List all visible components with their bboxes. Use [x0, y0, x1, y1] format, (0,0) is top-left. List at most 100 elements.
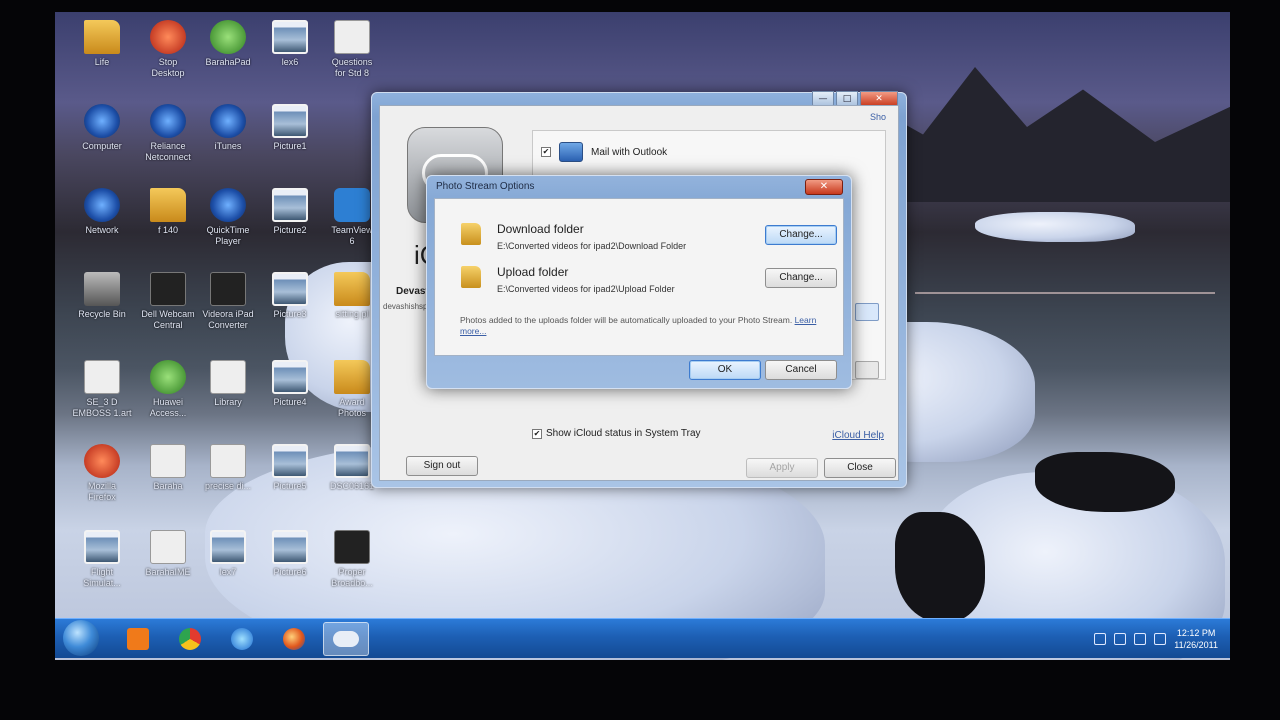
clock[interactable]: 12:12 PM 11/26/2011	[1174, 627, 1218, 651]
clock-time: 12:12 PM	[1176, 628, 1216, 638]
desktop-icon-label: Picture4	[273, 397, 307, 407]
folder-icon	[334, 360, 370, 394]
desktop-icon-label: Picture5	[273, 481, 307, 491]
grey-icon	[84, 272, 120, 306]
desktop-icon-picture3[interactable]: Picture3	[255, 272, 325, 320]
tray-checkbox[interactable]: ✔	[532, 428, 542, 439]
folder-icon	[334, 272, 370, 306]
upload-note: Photos added to the uploads folder will …	[460, 315, 830, 337]
volume-icon[interactable]	[1154, 633, 1167, 645]
desktop-icon-itunes[interactable]: iTunes	[193, 104, 263, 152]
mail-icon	[559, 142, 583, 162]
icloud-icon	[333, 631, 359, 647]
pic-icon	[334, 444, 370, 478]
start-button[interactable]	[63, 620, 99, 656]
desktop-icon-label: Picture6	[273, 567, 307, 577]
ok-button[interactable]: OK	[689, 360, 761, 380]
doc-icon	[210, 360, 246, 394]
close-button[interactable]: Close	[824, 458, 896, 478]
desktop-icon-label: Picture3	[273, 309, 307, 319]
upload-folder-icon	[461, 266, 481, 288]
desktop-icon-label: Recycle Bin	[78, 309, 126, 319]
desktop-icon-life[interactable]: Life	[67, 20, 137, 68]
taskbar: 12:12 PM 11/26/2011	[55, 618, 1230, 658]
doc-icon	[150, 530, 186, 564]
desktop-icon-label: iTunes	[214, 141, 242, 151]
desktop-icon-lex6[interactable]: lex6	[255, 20, 325, 68]
desktop-icon-recycle-bin[interactable]: Recycle Bin	[67, 272, 137, 320]
dialog-close-button[interactable]: ✕	[805, 179, 843, 195]
pic-icon	[272, 530, 308, 564]
desktop-icon-picture6[interactable]: Picture6	[255, 530, 325, 578]
flag-icon[interactable]	[1134, 633, 1147, 645]
desktop-icon-computer[interactable]: Computer	[67, 104, 137, 152]
mail-checkbox[interactable]: ✔	[541, 147, 551, 157]
dark-icon	[210, 272, 246, 306]
desktop-icon-questions-for-std-8[interactable]: Questions for Std 8	[317, 20, 387, 79]
photo-stream-options-dialog: Photo Stream Options ✕ Download folder E…	[426, 175, 852, 389]
account-name: Devast	[396, 286, 429, 297]
desktop-icon-videora-ipad-converter[interactable]: Videora iPad Converter	[193, 272, 263, 331]
wallpaper-shoreline	[915, 292, 1215, 294]
desktop-icon-label: Computer	[82, 141, 122, 151]
dialog-body: Download folder E:\Converted videos for …	[434, 198, 844, 356]
pic-icon	[272, 272, 308, 306]
internet-explorer-taskbar-button[interactable]	[219, 622, 265, 656]
pic-icon	[84, 530, 120, 564]
desktop-icon-library[interactable]: Library	[193, 360, 263, 408]
account-details-link[interactable]: Sho	[870, 112, 886, 122]
service-label-mail: Mail with Outlook	[591, 146, 668, 158]
internet-explorer-icon	[231, 628, 253, 650]
desktop-icon-flight-simulat[interactable]: Flight Simulat...	[67, 530, 137, 589]
desktop-icon-barahapad[interactable]: BarahaPad	[193, 20, 263, 68]
desktop-icon-picture1[interactable]: Picture1	[255, 104, 325, 152]
cancel-button[interactable]: Cancel	[765, 360, 837, 380]
desktop-icon-network[interactable]: Network	[67, 188, 137, 236]
desktop-icon-label: Network	[85, 225, 119, 235]
desktop-icon-label: QuickTime Player	[206, 225, 250, 246]
network-icon[interactable]	[1114, 633, 1127, 645]
desktop-icon-picture4[interactable]: Picture4	[255, 360, 325, 408]
wallpaper-rock	[895, 512, 985, 622]
change-upload-button[interactable]: Change...	[765, 268, 837, 288]
desktop-icon-label: lex6	[281, 57, 299, 67]
photo-stream-options-button[interactable]	[855, 303, 879, 321]
doc-icon	[210, 444, 246, 478]
apply-button[interactable]: Apply	[746, 458, 818, 478]
wallpaper-rock	[1035, 452, 1175, 512]
icloud-taskbar-button[interactable]	[323, 622, 369, 656]
pic-icon	[272, 188, 308, 222]
desktop-icon-mozilla-firefox[interactable]: Mozilla Firefox	[67, 444, 137, 503]
chrome-taskbar-button[interactable]	[167, 622, 213, 656]
green-icon	[150, 360, 186, 394]
blue-icon	[150, 104, 186, 138]
desktop-icon-proper-broadbo[interactable]: Proper Broadbo...	[317, 530, 387, 589]
desktop-icon-lex7[interactable]: lex7	[193, 530, 263, 578]
desktop-icon-label: Library	[214, 397, 242, 407]
desktop-icon-picture5[interactable]: Picture5	[255, 444, 325, 492]
dark-icon	[334, 530, 370, 564]
desktop-icon-precise-di[interactable]: precise di...	[193, 444, 263, 492]
desktop-icon-quicktime-player[interactable]: QuickTime Player	[193, 188, 263, 247]
desktop-icon-label: BarahaPad	[205, 57, 251, 67]
desktop-icon-picture2[interactable]: Picture2	[255, 188, 325, 236]
change-download-button[interactable]: Change...	[765, 225, 837, 245]
service-options-button[interactable]	[855, 361, 879, 379]
doc-icon	[334, 20, 370, 54]
desktop-icon-label: SE_3 D EMBOSS 1.art	[72, 397, 132, 418]
clock-date: 11/26/2011	[1174, 640, 1218, 650]
desktop-icon-se-3-d-emboss-1-art[interactable]: SE_3 D EMBOSS 1.art	[67, 360, 137, 419]
pic-icon	[272, 20, 308, 54]
action-center-icon[interactable]	[1094, 633, 1107, 645]
media-player-taskbar-button[interactable]	[115, 622, 161, 656]
sign-out-button[interactable]: Sign out	[406, 456, 478, 476]
blue-icon	[84, 188, 120, 222]
pic-icon	[272, 104, 308, 138]
folder-icon	[150, 188, 186, 222]
icloud-help-link[interactable]: iCloud Help	[832, 430, 884, 441]
firefox-taskbar-button[interactable]	[271, 622, 317, 656]
tray-option-label: Show iCloud status in System Tray	[546, 428, 701, 439]
green-icon	[210, 20, 246, 54]
dark-icon	[150, 272, 186, 306]
desktop-icon-label: Picture1	[273, 141, 307, 151]
